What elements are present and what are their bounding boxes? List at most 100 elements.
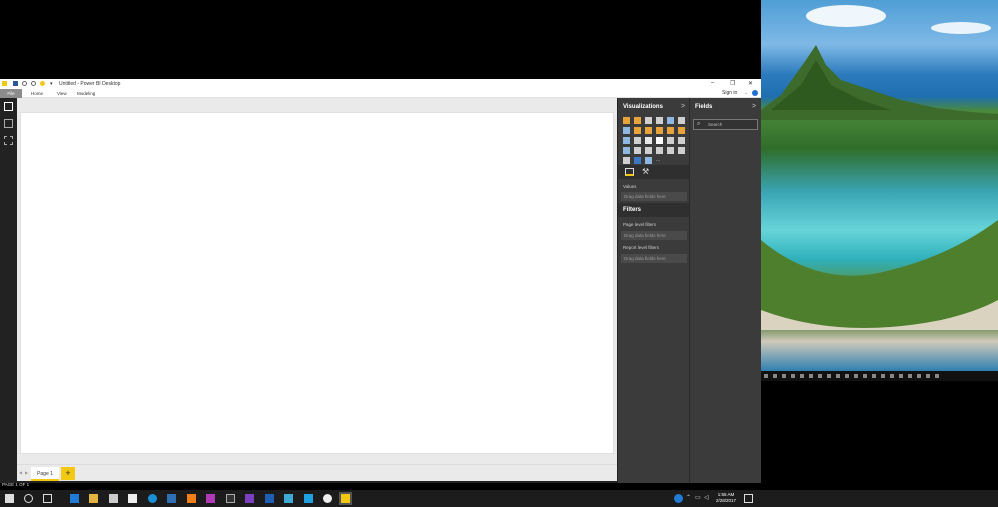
report-filters-drop-zone[interactable]: Drag data fields here [621,254,687,263]
r-visual-visual-icon[interactable] [645,157,652,164]
sign-in-link[interactable]: Sign in [722,90,737,96]
redo-icon[interactable] [31,81,36,86]
mini-taskbar-icon[interactable] [854,374,858,378]
mini-taskbar-icon[interactable] [773,374,777,378]
line-visual-icon[interactable] [623,127,630,134]
card-visual-icon[interactable] [645,147,652,154]
close-button[interactable]: ✕ [748,80,753,87]
stacked-bar-visual-icon[interactable] [623,117,630,124]
pie-visual-icon[interactable] [634,137,641,144]
maximize-button[interactable]: ❐ [730,80,735,87]
tab-home[interactable]: Home [31,91,43,96]
format-paint-icon[interactable]: ⚒ [642,167,649,176]
github-icon[interactable] [323,494,332,503]
powerbi-taskbar-icon[interactable] [339,492,352,505]
skype-icon[interactable] [304,494,313,503]
people-icon[interactable] [674,494,683,503]
ribbon-visual-icon[interactable] [667,127,674,134]
onenote-icon[interactable] [206,494,215,503]
stacked-area-visual-icon[interactable] [645,127,652,134]
visual-studio-icon[interactable] [245,494,254,503]
mini-taskbar-icon[interactable] [809,374,813,378]
mini-taskbar-icon[interactable] [800,374,804,378]
prev-page-icon[interactable]: ◀ [19,470,22,475]
show-hidden-icons-icon[interactable]: ⌃ [686,494,691,501]
task-view-icon[interactable] [43,494,52,503]
mini-taskbar-icon[interactable] [890,374,894,378]
mini-taskbar-icon[interactable] [881,374,885,378]
slicer-visual-icon[interactable] [678,147,685,154]
page-filters-drop-zone[interactable]: Drag data fields here [621,231,687,240]
data-view-icon[interactable] [4,119,13,128]
notifications-icon[interactable] [744,494,753,503]
tab-modeling[interactable]: Modeling [77,91,95,96]
report-view-icon[interactable] [4,102,13,111]
mini-taskbar-icon[interactable] [917,374,921,378]
next-page-icon[interactable]: ▶ [25,470,28,475]
save-icon[interactable] [13,81,18,86]
100-bar-visual-icon[interactable] [667,117,674,124]
donut-visual-icon[interactable] [645,137,652,144]
mini-taskbar-icon[interactable] [845,374,849,378]
mail-icon[interactable] [109,494,118,503]
tab-page-1[interactable]: Page 1 [31,467,59,481]
vlc-icon[interactable] [187,494,196,503]
clock[interactable]: 1:55 AM 2/28/2017 [716,492,736,504]
edge-browser-icon[interactable] [70,494,79,503]
mini-taskbar-icon[interactable] [899,374,903,378]
mini-taskbar-icon[interactable] [764,374,768,378]
mini-taskbar-icon[interactable] [827,374,831,378]
tab-view[interactable]: View [57,91,67,96]
treemap-visual-icon[interactable] [656,137,663,144]
gauge-visual-icon[interactable] [634,147,641,154]
table-visual-icon[interactable] [623,157,630,164]
mini-taskbar-icon[interactable] [782,374,786,378]
volume-icon[interactable]: ◁ [704,494,709,501]
internet-explorer-icon[interactable] [148,494,157,503]
funnel-visual-icon[interactable] [623,147,630,154]
help-icon[interactable] [752,90,758,96]
report-canvas[interactable] [20,112,614,454]
values-drop-zone[interactable]: Drag data fields here [621,192,687,201]
app-icon[interactable] [167,494,176,503]
map-visual-icon[interactable] [667,137,674,144]
fields-search-input[interactable]: ⌕ Search [693,119,758,130]
mini-taskbar-icon[interactable] [935,374,939,378]
collapse-fields-icon[interactable]: > [752,103,756,110]
terminal-icon[interactable] [226,494,235,503]
network-app-icon[interactable] [284,494,293,503]
relationships-view-icon[interactable] [4,136,13,145]
cortana-icon[interactable] [24,494,33,503]
undo-icon[interactable] [22,81,27,86]
clustered-bar-visual-icon[interactable] [645,117,652,124]
kpi-visual-icon[interactable] [667,147,674,154]
add-page-button[interactable]: + [61,467,75,480]
file-explorer-icon[interactable] [89,494,98,503]
scatter-visual-icon[interactable] [623,137,630,144]
clustered-column-visual-icon[interactable] [656,117,663,124]
customize-quick-access-icon[interactable]: ▾ [50,81,55,87]
line-column-visual-icon[interactable] [656,127,663,134]
chevron-down-icon[interactable]: ⌄ [744,90,748,96]
minimize-button[interactable]: – [711,80,714,86]
mini-taskbar-icon[interactable] [863,374,867,378]
network-icon[interactable]: ▭ [695,494,701,501]
mini-taskbar-icon[interactable] [872,374,876,378]
fields-tool-icon[interactable] [625,168,634,176]
collapse-visualizations-icon[interactable]: > [681,103,685,110]
mini-taskbar-icon[interactable] [836,374,840,378]
multi-row-card-visual-icon[interactable] [656,147,663,154]
tab-file[interactable]: File [0,89,22,98]
stacked-column-visual-icon[interactable] [634,117,641,124]
mini-taskbar-icon[interactable] [818,374,822,378]
waterfall-visual-icon[interactable] [678,127,685,134]
mini-taskbar-icon[interactable] [791,374,795,378]
area-visual-icon[interactable] [634,127,641,134]
windows-start-icon[interactable] [5,494,14,503]
smile-icon[interactable] [40,81,45,86]
100-column-visual-icon[interactable] [678,117,685,124]
more-visual-icon[interactable]: ... [656,157,663,164]
filled-map-visual-icon[interactable] [678,137,685,144]
mini-taskbar-icon[interactable] [908,374,912,378]
globe-visual-icon[interactable] [634,157,641,164]
